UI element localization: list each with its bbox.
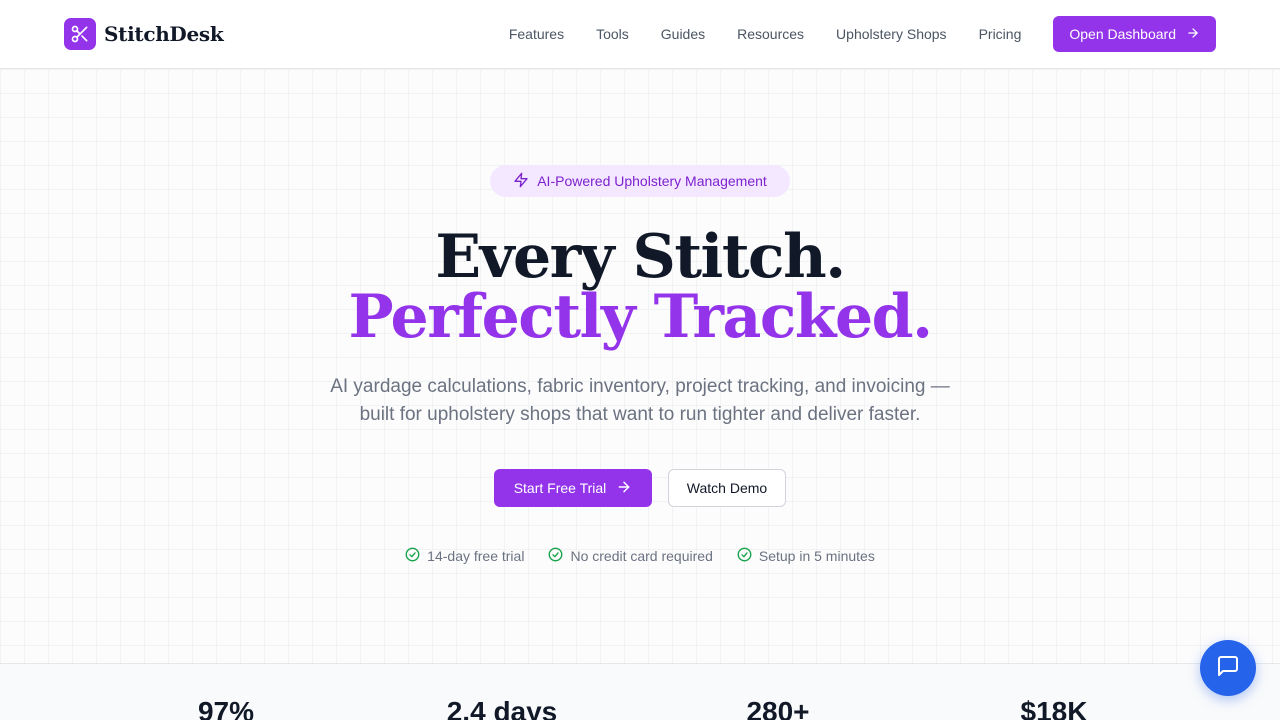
badge-label: AI-Powered Upholstery Management [537,173,767,189]
nav-link-pricing[interactable]: Pricing [979,26,1022,42]
headline-line-1: Every Stitch. [435,222,846,292]
lightning-icon [513,172,529,191]
open-dashboard-label: Open Dashboard [1069,26,1176,42]
stats-section: 97% 2.4 days 280+ $18K [0,663,1280,720]
subtitle-line-1: AI yardage calculations, fabric inventor… [330,376,950,397]
nav-link-resources[interactable]: Resources [737,26,804,42]
watch-demo-label: Watch Demo [686,480,768,496]
chat-button[interactable] [1200,640,1256,696]
stat-value: 97% [197,696,255,720]
watch-demo-button[interactable]: Watch Demo [668,469,786,507]
perk-label: 14-day free trial [427,548,525,564]
subtitle-line-2: built for upholstery shops that want to … [359,404,921,425]
arrow-right-icon [1186,26,1200,43]
nav-link-guides[interactable]: Guides [661,26,705,42]
stat-value: 2.4 days [446,696,558,720]
nav-link-upholstery-shops[interactable]: Upholstery Shops [836,26,947,42]
check-circle-icon [405,547,420,565]
stat-value: 280+ [746,696,810,720]
brand-name: StitchDesk [104,22,224,46]
perk-item: No credit card required [548,547,713,565]
nav-links: Features Tools Guides Resources Upholste… [509,16,1216,52]
hero-headline: Every Stitch. Perfectly Tracked. [0,227,1280,347]
hero-subtitle: AI yardage calculations, fabric inventor… [300,373,980,429]
chat-bubble-icon [1216,654,1240,683]
headline-line-2: Perfectly Tracked. [348,282,933,352]
open-dashboard-button[interactable]: Open Dashboard [1053,16,1216,52]
perk-label: No credit card required [570,548,713,564]
start-free-trial-button[interactable]: Start Free Trial [494,469,652,507]
perk-item: Setup in 5 minutes [737,547,875,565]
top-nav: StitchDesk Features Tools Guides Resourc… [0,0,1280,69]
perk-item: 14-day free trial [405,547,524,565]
check-circle-icon [548,547,563,565]
nav-link-features[interactable]: Features [509,26,564,42]
perks-list: 14-day free trial No credit card require… [0,547,1280,565]
nav-link-tools[interactable]: Tools [596,26,629,42]
scissors-icon [64,18,96,50]
ai-badge: AI-Powered Upholstery Management [490,165,790,197]
stat-value: $18K [1020,696,1088,720]
perk-label: Setup in 5 minutes [758,548,875,564]
arrow-right-icon [616,479,632,498]
brand[interactable]: StitchDesk [64,18,224,50]
check-circle-icon [737,547,752,565]
start-free-trial-label: Start Free Trial [513,480,607,496]
hero-section: AI-Powered Upholstery Management Every S… [0,69,1280,663]
